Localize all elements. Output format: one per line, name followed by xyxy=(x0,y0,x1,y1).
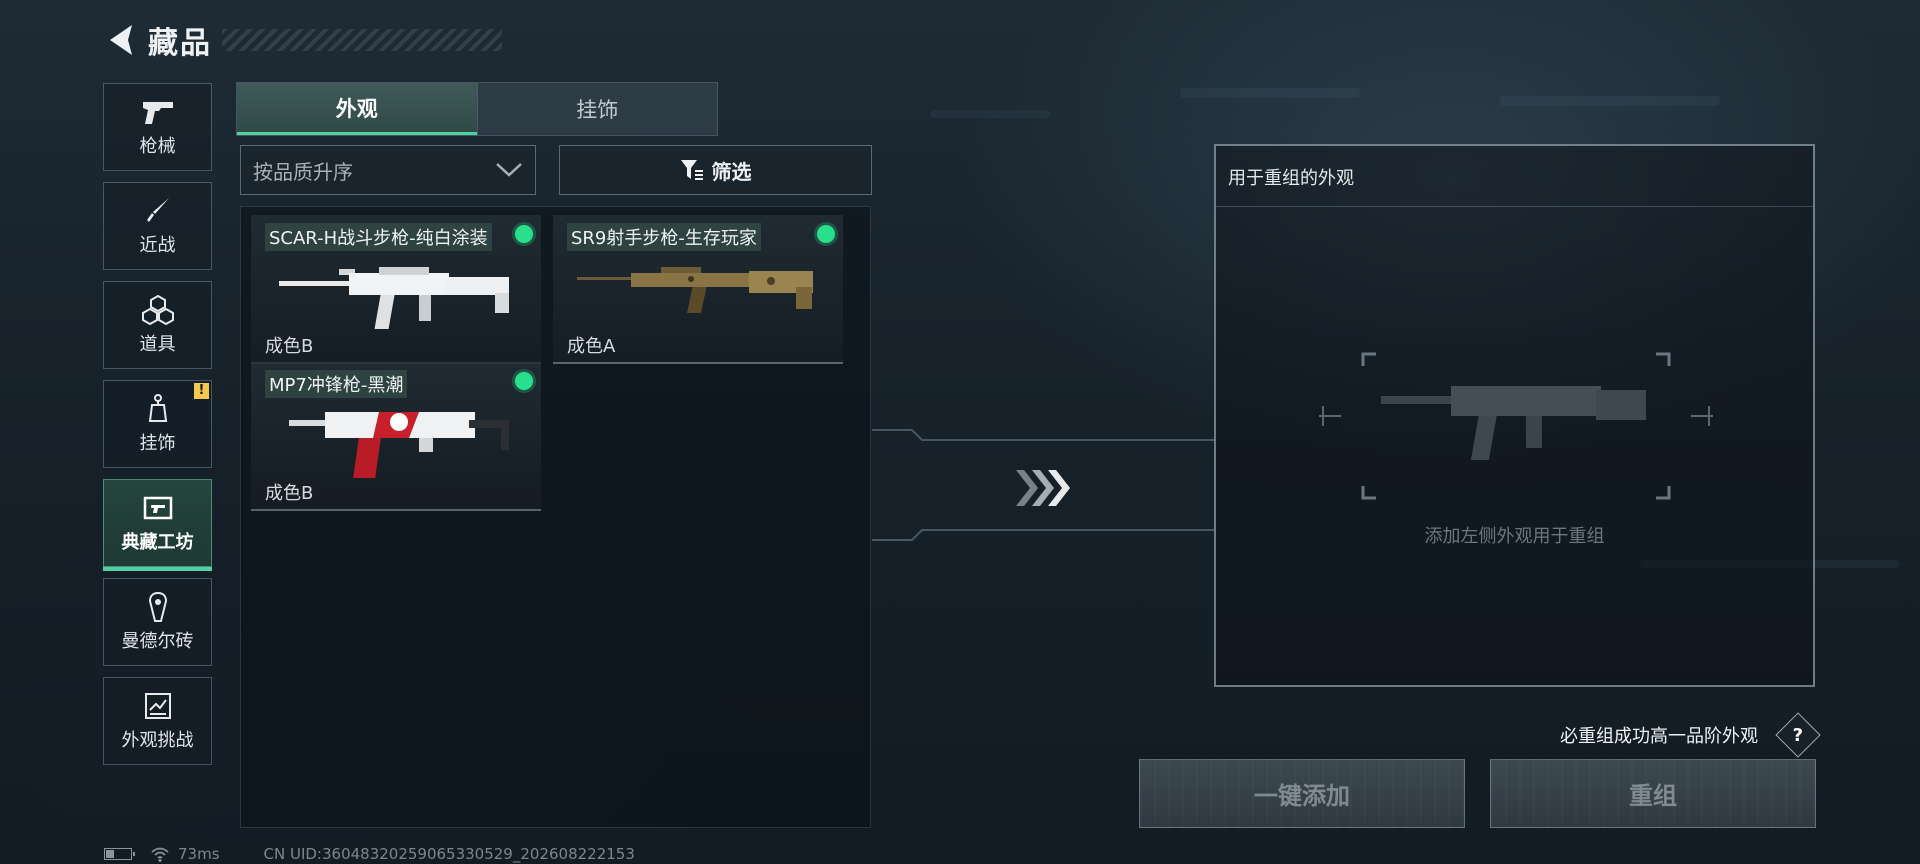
back-arrow-icon xyxy=(110,25,132,55)
bg-decoration xyxy=(1500,96,1720,106)
item-card-sr9[interactable]: SR9射手步枪-生存玩家 成色A xyxy=(553,215,843,364)
sidebar-item-label: 外观挑战 xyxy=(121,730,194,751)
question-icon: ? xyxy=(1792,724,1804,746)
tab-charms[interactable]: 挂饰 xyxy=(476,83,717,135)
item-card-scar-h[interactable]: SCAR-H战斗步枪-纯白涂装 成色B xyxy=(251,215,541,364)
chevron-right-icon xyxy=(1016,470,1070,506)
uid-text: CN UID:3604832025906533052​9_20260822215… xyxy=(263,845,635,863)
charm-icon xyxy=(140,393,176,425)
tab-appearance[interactable]: 外观 xyxy=(237,83,477,135)
filter-label: 筛选 xyxy=(711,159,752,184)
page-header: 藏品 xyxy=(104,18,502,62)
sort-value: 按品质升序 xyxy=(253,159,353,184)
reassemble-button[interactable]: 重组 xyxy=(1490,759,1816,828)
knife-icon xyxy=(140,195,176,227)
item-grade: 成色B xyxy=(265,483,314,504)
add-all-button[interactable]: 一键添加 xyxy=(1139,759,1465,828)
empty-hint: 添加左侧外观用于重组 xyxy=(1424,526,1605,547)
brick-icon xyxy=(140,591,176,623)
filter-icon xyxy=(680,160,703,180)
rifle-placeholder-icon xyxy=(1319,352,1713,500)
back-button[interactable] xyxy=(104,20,138,60)
wifi-icon xyxy=(151,847,169,862)
sidebar-item-label: 典藏工坊 xyxy=(121,532,194,553)
reassemble-label: 重组 xyxy=(1629,782,1677,810)
status-bar: 73ms CN UID:3604832025906533052​9_202608… xyxy=(104,844,635,864)
sidebar-item-workshop[interactable]: 典藏工坊 xyxy=(103,479,212,571)
item-grade: 成色A xyxy=(567,336,616,357)
sort-dropdown[interactable]: 按品质升序 xyxy=(240,145,536,195)
chevron-down-icon xyxy=(496,163,522,177)
bg-decoration xyxy=(1180,88,1360,98)
sidebar-item-label: 曼德尔砖 xyxy=(121,631,194,652)
page-title: 藏品 xyxy=(148,26,212,61)
item-grid: SCAR-H战斗步枪-纯白涂装 成色B SR9射手步枪-生存玩家 成色A MP7… xyxy=(240,206,871,828)
sidebar-item-charms[interactable]: 挂饰 ! xyxy=(103,380,212,468)
sidebar-item-label: 挂饰 xyxy=(139,433,176,454)
sidebar-item-items[interactable]: 道具 xyxy=(103,281,212,369)
upgrade-note: 必重组成功高一品阶外观 xyxy=(1560,726,1758,747)
bg-decoration xyxy=(930,110,1050,118)
panel-title: 用于重组的外观 xyxy=(1228,168,1354,189)
battery-icon xyxy=(104,848,135,860)
divider xyxy=(1216,206,1813,207)
item-card-mp7[interactable]: MP7冲锋枪-黑潮 成色B xyxy=(251,362,541,511)
sidebar: 枪械 近战 道具 挂饰 ! 典藏工坊 曼德尔砖 外观挑战 xyxy=(103,83,212,776)
status-dot xyxy=(515,372,533,390)
items-cubes-icon xyxy=(140,294,176,326)
smg-image xyxy=(289,412,509,478)
rifle-image xyxy=(577,267,813,313)
tab-bar: 外观 挂饰 xyxy=(236,82,718,136)
sidebar-item-label: 近战 xyxy=(139,235,176,256)
sidebar-item-melee[interactable]: 近战 xyxy=(103,182,212,270)
sidebar-item-brick[interactable]: 曼德尔砖 xyxy=(103,578,212,666)
sidebar-item-guns[interactable]: 枪械 xyxy=(103,83,212,171)
reassemble-panel: 用于重组的外观 添加左侧外观用于重组 xyxy=(1214,144,1815,687)
ping-text: 73ms xyxy=(178,845,220,863)
warning-badge: ! xyxy=(194,383,209,399)
status-dot xyxy=(515,225,533,243)
sidebar-item-challenge[interactable]: 外观挑战 xyxy=(103,677,212,765)
rifle-image xyxy=(279,267,509,329)
title-decoration xyxy=(222,29,502,51)
status-dot xyxy=(817,225,835,243)
help-button[interactable]: ? xyxy=(1775,712,1821,758)
sidebar-item-label: 道具 xyxy=(139,334,176,355)
item-grade: 成色B xyxy=(265,336,314,357)
challenge-icon xyxy=(140,690,176,722)
workshop-icon xyxy=(140,492,176,524)
pistol-icon xyxy=(140,96,176,128)
filter-button[interactable]: 筛选 xyxy=(559,145,872,195)
sidebar-item-label: 枪械 xyxy=(139,136,176,157)
add-all-label: 一键添加 xyxy=(1254,782,1350,810)
